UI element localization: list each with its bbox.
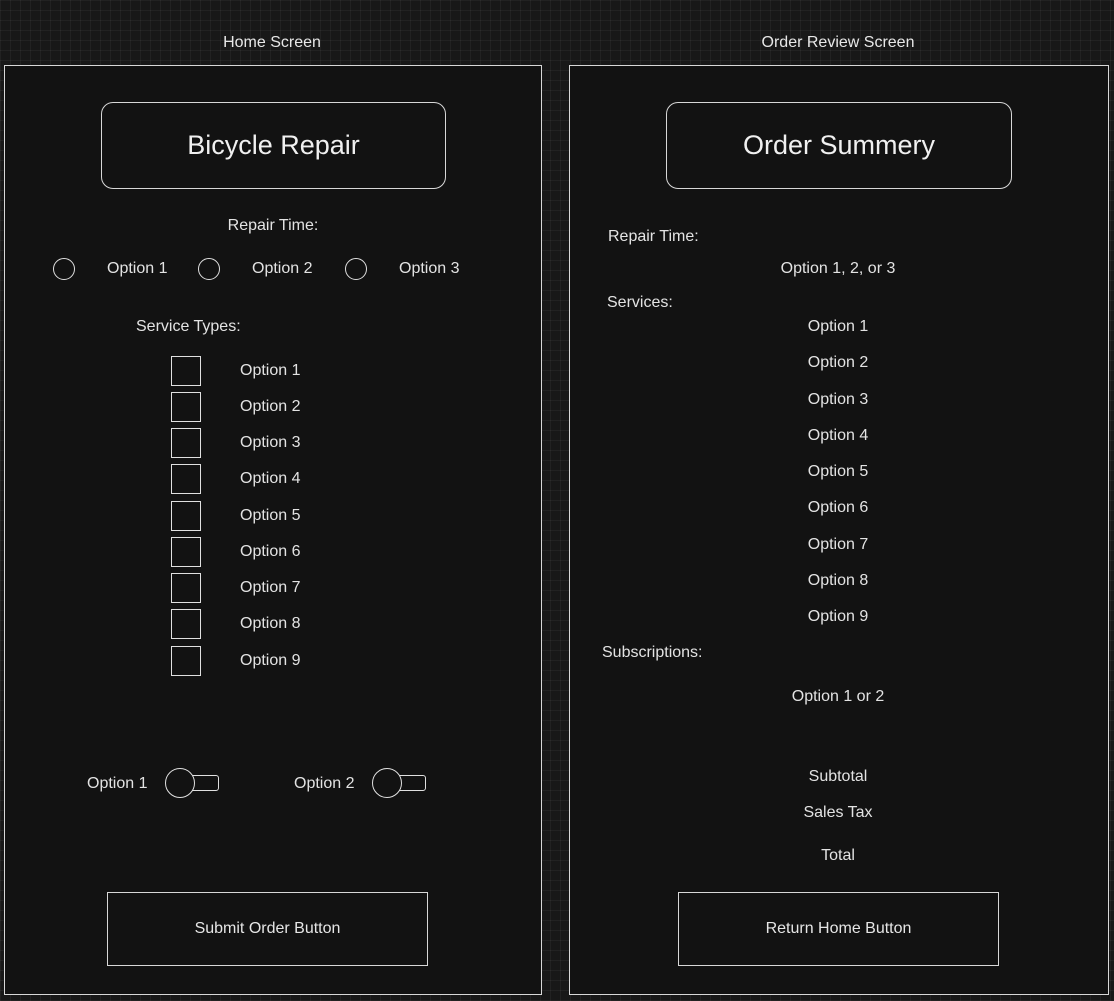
review-service-4: Option 4 (807, 427, 869, 444)
subscription-toggle-1-label: Option 1 (87, 775, 148, 792)
service-checkbox-3-label: Option 3 (240, 434, 301, 451)
review-service-7: Option 7 (807, 536, 869, 553)
submit-order-button[interactable]: Submit Order Button (107, 892, 428, 966)
toggle-knob (372, 768, 402, 798)
review-repair-time-value: Option 1, 2, or 3 (780, 260, 896, 277)
service-checkbox-9-label: Option 9 (240, 652, 301, 669)
service-checkbox-2[interactable] (171, 392, 201, 422)
toggle-knob (165, 768, 195, 798)
review-screen-frame: Order Summery Repair Time: Option 1, 2, … (569, 65, 1109, 995)
subscription-toggle-1[interactable] (165, 768, 221, 800)
service-checkbox-1-label: Option 1 (240, 362, 301, 379)
review-service-6: Option 6 (807, 499, 869, 516)
service-checkbox-4[interactable] (171, 464, 201, 494)
review-service-8: Option 8 (807, 572, 869, 589)
review-title-box: Order Summery (666, 102, 1012, 189)
service-checkbox-6[interactable] (171, 537, 201, 567)
service-checkbox-7[interactable] (171, 573, 201, 603)
repair-time-radio-1-label: Option 1 (107, 260, 168, 277)
home-screen-caption: Home Screen (223, 34, 321, 51)
service-checkbox-7-label: Option 7 (240, 579, 301, 596)
repair-time-radio-3[interactable] (345, 258, 367, 280)
review-subscriptions-label: Subscriptions: (602, 644, 703, 661)
review-repair-time-label: Repair Time: (608, 228, 699, 245)
subscription-toggle-2[interactable] (372, 768, 428, 800)
return-home-button[interactable]: Return Home Button (678, 892, 999, 966)
review-services-label: Services: (607, 294, 673, 311)
home-title-box: Bicycle Repair (101, 102, 446, 189)
review-subscriptions-value: Option 1 or 2 (791, 688, 885, 705)
sales-tax-label: Sales Tax (803, 804, 873, 821)
service-checkbox-8-label: Option 8 (240, 615, 301, 632)
review-screen-caption: Order Review Screen (761, 34, 915, 51)
service-checkbox-6-label: Option 6 (240, 543, 301, 560)
subscription-toggle-2-label: Option 2 (294, 775, 355, 792)
repair-time-label: Repair Time: (227, 217, 319, 234)
repair-time-radio-2-label: Option 2 (252, 260, 313, 277)
service-checkbox-9[interactable] (171, 646, 201, 676)
review-service-1: Option 1 (807, 318, 869, 335)
review-service-3: Option 3 (807, 391, 869, 408)
service-checkbox-2-label: Option 2 (240, 398, 301, 415)
repair-time-radio-3-label: Option 3 (399, 260, 460, 277)
service-checkbox-1[interactable] (171, 356, 201, 386)
service-types-label: Service Types: (136, 318, 241, 335)
repair-time-radio-1[interactable] (53, 258, 75, 280)
review-service-5: Option 5 (807, 463, 869, 480)
repair-time-radio-2[interactable] (198, 258, 220, 280)
service-checkbox-8[interactable] (171, 609, 201, 639)
subtotal-label: Subtotal (808, 768, 868, 785)
review-service-9: Option 9 (807, 608, 869, 625)
home-screen-frame: Bicycle Repair Repair Time: Option 1 Opt… (4, 65, 542, 995)
total-label: Total (821, 847, 855, 864)
service-checkbox-4-label: Option 4 (240, 470, 301, 487)
service-checkbox-5[interactable] (171, 501, 201, 531)
service-checkbox-3[interactable] (171, 428, 201, 458)
review-service-2: Option 2 (807, 354, 869, 371)
service-checkbox-5-label: Option 5 (240, 507, 301, 524)
